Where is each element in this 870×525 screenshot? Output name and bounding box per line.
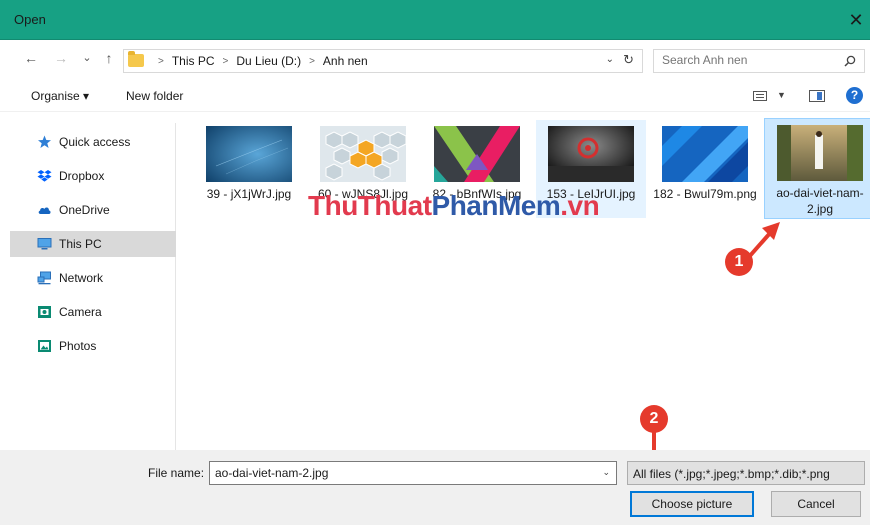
sidebar-item-label: Camera (59, 305, 102, 319)
file-name-dropdown-icon[interactable]: ⌄ (602, 467, 610, 478)
watermark-part: .vn (560, 190, 600, 221)
sidebar-item-photos[interactable]: Photos (10, 333, 176, 359)
cloud-icon (38, 207, 51, 214)
computer-icon (37, 238, 52, 250)
navigation-bar: ← → ⌄ ↑ > This PC > Du Lieu (D:) > Anh n… (0, 40, 870, 78)
file-type-filter-value: All files (*.jpg;*.jpeg;*.bmp;*.dib;*.pn… (633, 467, 830, 481)
watermark-part: PhanMem (431, 190, 561, 221)
sidebar-item-label: Photos (59, 339, 97, 353)
file-name-combobox[interactable]: ⌄ (209, 461, 617, 485)
breadcrumb-folder[interactable]: Anh nen (323, 54, 368, 68)
file-name: ao-dai-viet-nam-2.jpg (776, 186, 864, 216)
close-icon[interactable]: ✕ (842, 8, 870, 32)
photos-icon (38, 340, 51, 352)
file-thumbnail (206, 126, 292, 182)
new-folder-button[interactable]: New folder (126, 89, 183, 103)
back-arrow-icon[interactable]: ← (22, 50, 40, 66)
annotation-badge-2: 2 (640, 405, 668, 433)
sidebar-item-dropbox[interactable]: Dropbox (10, 163, 176, 189)
sidebar-item-network[interactable]: Network (10, 265, 176, 291)
sidebar-item-onedrive[interactable]: OneDrive (10, 197, 176, 223)
file-thumbnail (548, 126, 634, 182)
breadcrumb-drive[interactable]: Du Lieu (D:) (236, 54, 301, 68)
folder-icon (128, 51, 144, 67)
watermark-part: ThuThuat (308, 190, 432, 221)
network-icon (37, 271, 51, 285)
refresh-icon[interactable]: ↻ (623, 52, 634, 68)
search-input[interactable] (662, 53, 832, 67)
sidebar-item-quick-access[interactable]: Quick access (10, 129, 176, 155)
file-name: 182 - Bwul79m.png (653, 187, 757, 201)
breadcrumb-separator-icon: > (222, 55, 229, 67)
file-type-filter[interactable]: All files (*.jpg;*.jpeg;*.bmp;*.dib;*.pn… (627, 461, 865, 485)
search-icon[interactable] (844, 55, 856, 67)
recent-locations-chevron-icon[interactable]: ⌄ (78, 51, 96, 64)
forward-arrow-icon[interactable]: → (52, 50, 70, 66)
preview-pane-icon[interactable] (809, 90, 825, 102)
search-box[interactable] (653, 49, 865, 73)
camera-icon (38, 306, 51, 318)
address-dropdown-chevron-icon[interactable]: ⌄ (606, 54, 614, 65)
file-name: 39 - jX1jWrJ.jpg (206, 187, 292, 201)
file-item[interactable]: ao-dai-viet-nam-2.jpg (764, 118, 870, 219)
file-thumbnail (662, 126, 748, 182)
file-item[interactable]: 39 - jX1jWrJ.jpg (194, 120, 304, 218)
sidebar-item-label: OneDrive (59, 203, 110, 217)
star-icon (38, 135, 51, 148)
sidebar-item-camera[interactable]: Camera (10, 299, 176, 325)
dropbox-icon (37, 170, 52, 182)
annotation-badge-1: 1 (725, 248, 753, 276)
choose-picture-button[interactable]: Choose picture (630, 491, 754, 517)
file-thumbnail (434, 126, 520, 182)
breadcrumb: > This PC > Du Lieu (D:) > Anh nen (150, 54, 368, 68)
breadcrumb-separator-icon: > (158, 55, 164, 67)
breadcrumb-separator-icon: > (309, 55, 315, 67)
navigation-pane: Quick access Dropbox OneDrive This PC Ne… (10, 123, 176, 450)
sidebar-item-label: Network (59, 271, 104, 285)
watermark: ThuThuatPhanMem.vn (308, 190, 600, 222)
view-dropdown-icon[interactable]: ▼ (777, 90, 786, 100)
breadcrumb-this-pc[interactable]: This PC (172, 54, 215, 68)
window-title: Open (14, 12, 46, 27)
sidebar-item-label: Quick access (59, 135, 131, 149)
file-item[interactable]: 182 - Bwul79m.png (650, 120, 760, 218)
sidebar-item-label: Dropbox (59, 169, 105, 183)
file-thumbnail (777, 125, 863, 181)
help-icon[interactable]: ? (846, 87, 863, 104)
address-bar[interactable]: > This PC > Du Lieu (D:) > Anh nen ⌄ ↻ (123, 49, 643, 73)
organise-button[interactable]: Organise ▾ (31, 89, 89, 103)
file-name-input[interactable] (215, 466, 595, 480)
sidebar-item-this-pc[interactable]: This PC (10, 231, 176, 257)
up-arrow-icon[interactable]: ↑ (100, 50, 118, 66)
dialog-footer: File name: ⌄ All files (*.jpg;*.jpeg;*.b… (0, 450, 870, 525)
file-thumbnail (320, 126, 406, 182)
sidebar-item-label: This PC (59, 237, 102, 251)
view-options-icon[interactable] (753, 91, 767, 101)
cancel-button[interactable]: Cancel (771, 491, 861, 517)
file-name-label: File name: (148, 466, 205, 480)
title-bar: Open ✕ (0, 0, 870, 40)
command-toolbar: Organise ▾ New folder ▼ ? (0, 80, 870, 112)
file-list: 39 - jX1jWrJ.jpg 60 - wJNS8Jl.jpg 82 - b… (186, 113, 870, 450)
